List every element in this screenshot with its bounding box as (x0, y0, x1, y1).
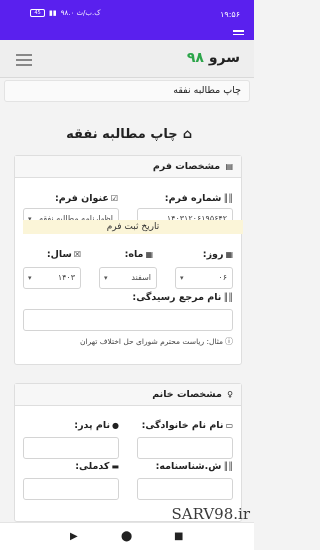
calendar-icon: ▦ (225, 250, 233, 259)
brand-text: سرو (208, 50, 240, 66)
signal-icon: ▮▮ (49, 9, 57, 17)
month-label: ▦ماه: (124, 249, 153, 260)
form-number-label: ║║شماره فرم: (164, 193, 233, 204)
user-icon: ● (112, 421, 119, 430)
form-title-label: ☑عنوان فرم: (54, 193, 118, 204)
android-nav-bar: ▶ ⬤ ■ (0, 522, 254, 550)
brand-number: ۹۸ (186, 50, 204, 66)
page-title-text: چاپ مطالبه نفقه (66, 127, 178, 142)
id-card-icon: ▭ (225, 421, 233, 430)
document-icon: ▤ (225, 162, 233, 171)
year-select[interactable]: ۱۴۰۳ (23, 267, 81, 289)
reference-label: ║║نام مرجع رسیدگی: (132, 292, 233, 303)
back-icon[interactable]: ▶ (70, 531, 78, 542)
status-bar: 45 ▮▮ ۹۸.۰ ک.ب/ث ۱۹:۵۶ (0, 0, 254, 28)
extension-menu-icon[interactable] (233, 30, 244, 37)
day-select[interactable]: ۰۶ (175, 267, 233, 289)
female-icon: ♀ (227, 390, 233, 399)
reference-example: ⓘمثال: ریاست محترم شورای حل اختلاف تهران (80, 337, 233, 346)
breadcrumb: چاپ مطالبه نفقه (4, 80, 250, 102)
barcode-icon: ║║ (223, 293, 233, 302)
form-details-card: ▤ مشخصات فرم ║║شماره فرم: ☑عنوان فرم: ۱۴… (14, 155, 243, 365)
reference-input[interactable] (23, 309, 233, 331)
day-label: ▦روز: (202, 249, 233, 260)
watermark: SARV98.ir (171, 505, 250, 523)
national-code-input[interactable] (23, 478, 119, 500)
lastname-label: ▭نام نام خانوادگی: (141, 420, 233, 431)
wife-card-title: مشخصات خانم (152, 389, 222, 400)
calendar-x-icon: ☒ (73, 250, 81, 259)
hamburger-menu-icon[interactable] (16, 54, 32, 69)
home-icon: ⌂ (182, 127, 192, 142)
clock: ۱۹:۵۶ (220, 10, 240, 19)
wife-details-card: ♀ مشخصات خانم ▭نام نام خانوادگی: ●نام پد… (14, 383, 242, 522)
id-number-input[interactable] (137, 478, 233, 500)
form-card-title: مشخصات فرم (152, 161, 221, 172)
form-card-header: ▤ مشخصات فرم (15, 156, 241, 178)
top-strip (0, 28, 254, 40)
wife-card-header: ♀ مشخصات خانم (15, 384, 241, 406)
calendar-check-icon: ☑ (110, 194, 118, 203)
national-code-label: ▬کدملی: (75, 461, 119, 472)
page-title: ⌂ چاپ مطالبه نفقه (66, 127, 192, 142)
status-indicators: 45 ▮▮ ۹۸.۰ ک.ب/ث (30, 9, 100, 17)
month-select[interactable]: اسفند (99, 267, 157, 289)
calendar-icon: ▦ (145, 250, 153, 259)
barcode-icon: ║║ (223, 194, 233, 203)
barcode-icon: ║║ (223, 462, 233, 471)
brand-logo[interactable]: سرو ۹۸ (187, 50, 240, 66)
father-label: ●نام پدر: (74, 420, 119, 431)
app-header: سرو ۹۸ (0, 40, 254, 78)
year-label: ☒سال: (46, 249, 81, 260)
question-circle-icon: ⓘ (225, 337, 233, 346)
network-speed: ۹۸.۰ ک.ب/ث (60, 9, 101, 17)
home-button-icon[interactable]: ⬤ (121, 531, 132, 542)
father-name-input[interactable] (23, 437, 119, 459)
recents-icon[interactable]: ■ (174, 531, 183, 542)
id-number-label: ║║ش.شناسنامه: (155, 461, 233, 472)
credit-card-icon: ▬ (111, 462, 119, 471)
battery-icon: 45 (30, 9, 45, 17)
lastname-input[interactable] (137, 437, 233, 459)
registration-date-notice: تاریخ ثبت فرم (23, 220, 243, 234)
